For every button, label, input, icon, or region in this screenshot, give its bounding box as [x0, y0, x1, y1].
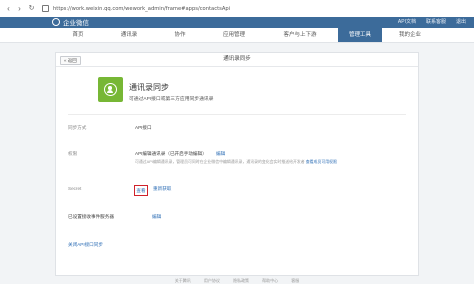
- footer-link-support[interactable]: 客服: [291, 278, 299, 283]
- brand-logo[interactable]: 企业微信: [52, 18, 89, 27]
- permission-hint: 可通过API编辑通讯录，管理员可同时在企业微信中编辑通讯录，通讯录的变化会实时推…: [135, 159, 337, 165]
- tab-collaboration[interactable]: 协作: [160, 28, 200, 42]
- footer-link-about[interactable]: 关于腾讯: [175, 278, 191, 283]
- brand-name: 企业微信: [63, 20, 89, 27]
- lock-icon: [42, 5, 49, 12]
- divider: [68, 114, 406, 115]
- permission-value: API编辑通讯录（已开启手动编辑） 编辑: [135, 151, 225, 157]
- app-name: 通讯录同步: [129, 83, 169, 92]
- tab-customers[interactable]: 客户与上下游: [272, 28, 328, 42]
- page-footer: 关于腾讯 用户协议 隐私政策 帮助中心 客服: [0, 277, 474, 284]
- wework-logo-icon: [52, 18, 60, 26]
- footer-link-privacy[interactable]: 隐私政策: [233, 278, 249, 283]
- app-description: 可通过API接口或第三方应用同步通讯录: [129, 97, 214, 102]
- permission-text: API编辑通讯录（已开启手动编辑）: [135, 151, 207, 156]
- address-bar[interactable]: https://work.weixin.qq.com/wework_admin/…: [42, 5, 462, 13]
- url-text: https://work.weixin.qq.com/wework_admin/…: [53, 6, 231, 12]
- footer-link-terms[interactable]: 用户协议: [204, 278, 220, 283]
- top-header: 企业微信 API文档 联系客服 退出: [0, 17, 474, 28]
- permission-edit-link[interactable]: 编辑: [216, 151, 225, 156]
- close-api-sync-link[interactable]: 关闭API接口同步: [68, 242, 103, 248]
- panel-title: 通讯录同步: [223, 56, 251, 62]
- tab-home[interactable]: 首页: [58, 28, 98, 42]
- tab-apps[interactable]: 应用管理: [212, 28, 256, 42]
- contacts-app-icon: [98, 77, 123, 102]
- footer-link-help[interactable]: 帮助中心: [262, 278, 278, 283]
- browser-toolbar: ‹ › ↻ https://work.weixin.qq.com/wework_…: [0, 0, 474, 18]
- reload-icon[interactable]: ↻: [27, 4, 36, 13]
- panel-header: 通讯录同步 « 返回: [56, 53, 418, 67]
- sync-method-label: 同步方式: [68, 125, 87, 130]
- tab-contacts[interactable]: 通讯录: [108, 28, 150, 42]
- permission-label: 权限: [68, 151, 78, 156]
- tab-management-tools[interactable]: 管理工具: [338, 28, 382, 42]
- tab-my-enterprise[interactable]: 我的企业: [388, 28, 432, 42]
- callback-label: 已设置接收事件服务器: [68, 214, 114, 219]
- contacts-sync-panel: 通讯录同步 « 返回 通讯录同步 可通过API接口或第三方应用同步通讯录 同步方…: [55, 52, 419, 276]
- contact-support-link[interactable]: 联系客服: [426, 18, 446, 27]
- forward-arrow-icon[interactable]: ›: [15, 4, 24, 13]
- main-nav: 首页 通讯录 协作 应用管理 客户与上下游 管理工具 我的企业: [0, 28, 474, 43]
- secret-reset-link[interactable]: 重新获取: [153, 186, 171, 192]
- api-docs-link[interactable]: API文档: [398, 18, 416, 27]
- view-member-permissions-link[interactable]: 查看成员可用权限: [306, 159, 337, 164]
- back-button[interactable]: « 返回: [60, 56, 81, 65]
- secret-label: Secret: [68, 186, 82, 191]
- secret-view-button[interactable]: 查看: [134, 185, 148, 196]
- logout-link[interactable]: 退出: [456, 18, 466, 27]
- callback-edit-link[interactable]: 编辑: [152, 214, 161, 220]
- top-links: API文档 联系客服 退出: [398, 18, 466, 27]
- sync-method-value: API接口: [135, 125, 152, 130]
- back-arrow-icon[interactable]: ‹: [4, 4, 13, 13]
- permission-hint-text: 可通过API编辑通讯录，管理员可同时在企业微信中编辑通讯录，通讯录的变化会实时推…: [135, 159, 305, 164]
